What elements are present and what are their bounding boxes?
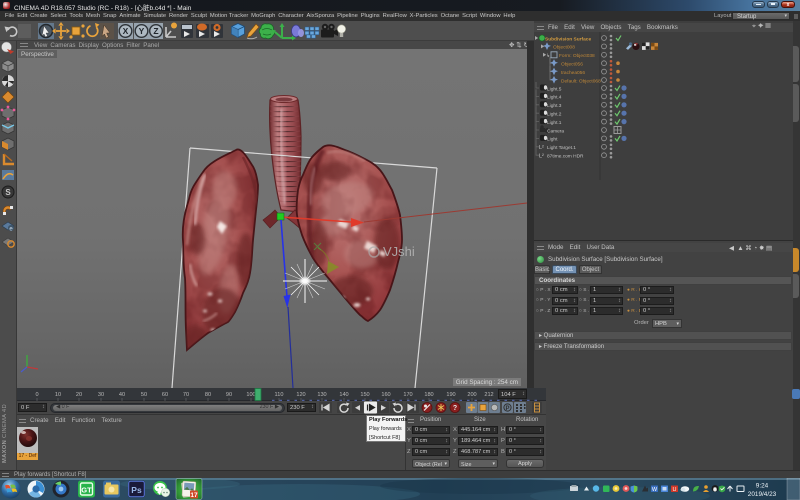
svg-text:110: 110 [275,392,284,398]
svg-text:Light.5: Light.5 [547,87,562,93]
svg-text:160: 160 [381,392,390,398]
svg-text:200: 200 [467,392,476,398]
svg-text:Light.1: Light.1 [547,120,562,126]
svg-text:190: 190 [446,392,455,398]
svg-text:Light Target.1: Light Target.1 [547,145,576,151]
svg-text:30: 30 [98,392,104,398]
svg-text:↳: ↳ [546,53,550,59]
svg-text:Light.4: Light.4 [547,95,562,101]
svg-text:40: 40 [119,392,125,398]
svg-text:L²: L² [539,145,544,151]
svg-text:100: 100 [246,392,255,398]
svg-text:50: 50 [141,392,147,398]
svg-text:P: P [505,406,509,412]
svg-text:212: 212 [484,392,493,398]
svg-text:trachea056: trachea056 [561,70,585,76]
svg-text:130: 130 [317,392,326,398]
svg-text:Subdivision Surface: Subdivision Surface [545,36,591,42]
svg-text:W: W [652,487,658,493]
svg-text:Light.2: Light.2 [547,112,562,118]
svg-text:120: 120 [296,392,305,398]
svg-text:Form: Object038: Form: Object038 [559,53,595,59]
svg-text:U: U [673,487,677,493]
svg-text:S: S [5,188,11,197]
svg-text:Ps: Ps [131,485,142,495]
svg-text:70: 70 [183,392,189,398]
svg-text:0: 0 [35,392,38,398]
svg-text:Camera: Camera [547,129,564,135]
svg-text:180: 180 [424,392,433,398]
svg-text:X: X [123,26,129,36]
svg-text:20: 20 [76,392,82,398]
svg-text:2019/4/23: 2019/4/23 [748,491,777,498]
svg-text:Object008: Object008 [553,45,575,51]
svg-text:Light: Light [547,137,558,143]
svg-text:VJshi: VJshi [383,244,415,259]
svg-text:140: 140 [339,392,348,398]
svg-text:GT: GT [81,486,92,495]
svg-text:17: 17 [190,492,198,499]
svg-text:Object056: Object056 [561,62,583,68]
svg-text:L²: L² [539,154,544,160]
svg-text:10: 10 [55,392,61,398]
svg-text:60: 60 [162,392,168,398]
svg-text:Light.3: Light.3 [547,103,562,109]
svg-text:Z: Z [153,26,158,36]
svg-text:170: 170 [403,392,412,398]
svg-text:Y: Y [139,26,145,36]
svg-text:9:24: 9:24 [756,483,769,490]
svg-text:?: ? [453,405,457,412]
svg-text:90: 90 [226,392,232,398]
svg-text:150: 150 [360,392,369,398]
svg-text:87time.com HDR: 87time.com HDR [547,154,584,160]
svg-text:80: 80 [205,392,211,398]
